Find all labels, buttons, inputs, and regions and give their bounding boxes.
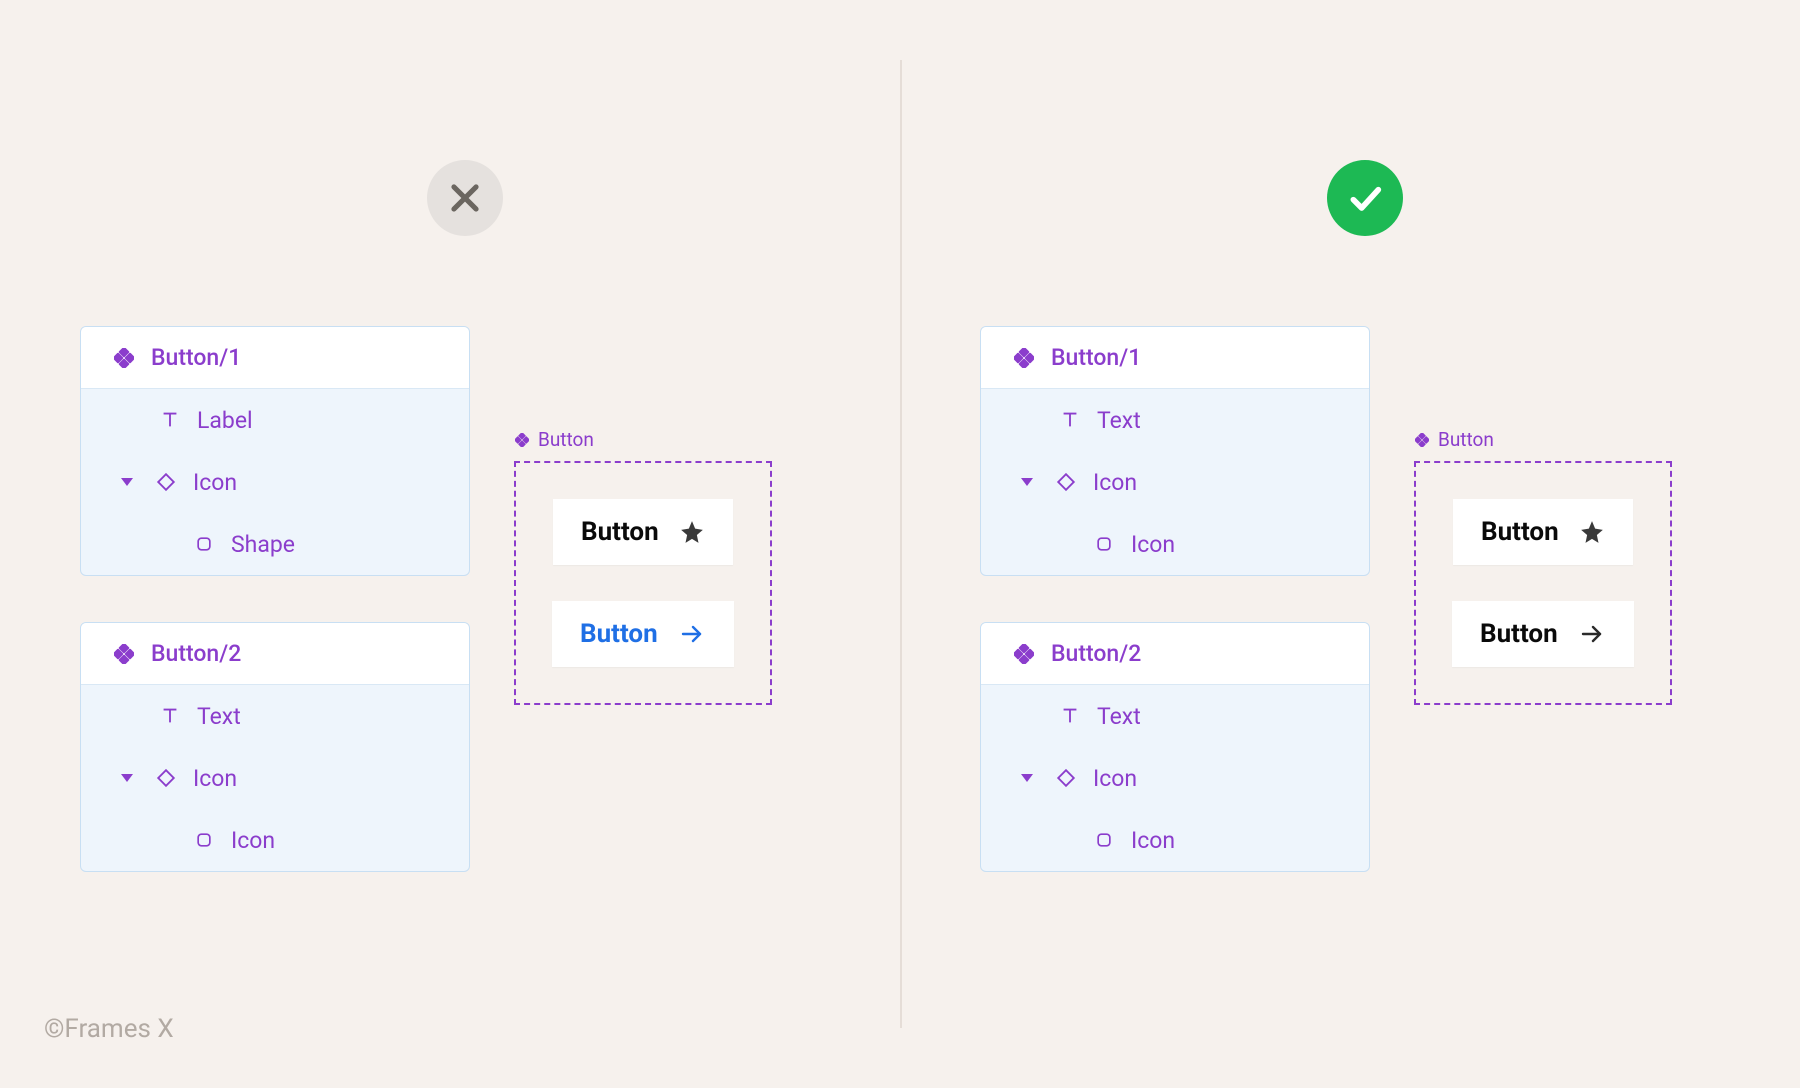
preview-frame: Button Button bbox=[514, 461, 772, 705]
layer-label: Label bbox=[197, 407, 253, 434]
star-icon bbox=[679, 519, 705, 545]
preview-area-correct: Button Button Button bbox=[1414, 428, 1672, 705]
text-icon bbox=[157, 407, 183, 433]
diamond-icon bbox=[1053, 469, 1079, 495]
chevron-down-icon bbox=[1021, 774, 1033, 782]
layer-name: Button/2 bbox=[1051, 640, 1141, 667]
credit-text: ©Frames X bbox=[44, 1014, 174, 1044]
component-icon bbox=[514, 432, 530, 448]
layer-label: Icon bbox=[1131, 531, 1175, 558]
button-text: Button bbox=[580, 619, 658, 649]
preview-frame-label: Button bbox=[1414, 428, 1672, 451]
layer-label: Text bbox=[1097, 407, 1141, 434]
layer-label: Icon bbox=[1093, 469, 1137, 496]
x-icon bbox=[446, 179, 484, 217]
square-icon bbox=[191, 531, 217, 557]
star-icon bbox=[1579, 519, 1605, 545]
correct-example-panel: Button/1 Text Icon bbox=[900, 0, 1800, 1088]
layer-row: Text bbox=[81, 685, 469, 747]
button-preview-star: Button bbox=[1453, 499, 1633, 565]
layer-row: Shape bbox=[81, 513, 469, 575]
layer-label: Shape bbox=[231, 531, 295, 558]
preview-label-text: Button bbox=[1438, 428, 1494, 451]
layer-label: Icon bbox=[1131, 827, 1175, 854]
layer-row: Text bbox=[981, 685, 1369, 747]
arrow-right-icon bbox=[678, 622, 706, 646]
layer-panel-button-2: Button/2 Text Icon bbox=[980, 622, 1370, 872]
layer-label: Icon bbox=[231, 827, 275, 854]
layer-row: Text bbox=[981, 389, 1369, 451]
button-preview-arrow: Button bbox=[1452, 601, 1634, 667]
layer-name: Button/2 bbox=[151, 640, 241, 667]
arrow-right-icon bbox=[1578, 622, 1606, 646]
preview-frame: Button Button bbox=[1414, 461, 1672, 705]
check-icon bbox=[1345, 178, 1385, 218]
component-icon bbox=[1011, 345, 1037, 371]
layer-panel-button-1: Button/1 Text Icon bbox=[980, 326, 1370, 576]
layer-row: Label bbox=[81, 389, 469, 451]
layer-row: Icon bbox=[981, 451, 1369, 513]
layer-panel-button-2: Button/2 Text Icon bbox=[80, 622, 470, 872]
button-preview-star: Button bbox=[553, 499, 733, 565]
layer-row: Icon bbox=[981, 747, 1369, 809]
layer-label: Icon bbox=[1093, 765, 1137, 792]
button-text: Button bbox=[581, 517, 659, 547]
layer-label: Text bbox=[197, 703, 241, 730]
button-text: Button bbox=[1480, 619, 1558, 649]
layer-label: Icon bbox=[193, 469, 237, 496]
button-text: Button bbox=[1481, 517, 1559, 547]
square-icon bbox=[1091, 531, 1117, 557]
layer-row: Icon bbox=[81, 809, 469, 871]
layer-name: Button/1 bbox=[151, 344, 241, 371]
text-icon bbox=[157, 703, 183, 729]
preview-area-wrong: Button Button Button bbox=[514, 428, 772, 705]
component-icon bbox=[1011, 641, 1037, 667]
chevron-down-icon bbox=[121, 478, 133, 486]
chevron-down-icon bbox=[121, 774, 133, 782]
layer-header: Button/1 bbox=[81, 327, 469, 389]
preview-frame-label: Button bbox=[514, 428, 772, 451]
text-icon bbox=[1057, 407, 1083, 433]
square-icon bbox=[191, 827, 217, 853]
check-badge bbox=[1327, 160, 1403, 236]
diamond-icon bbox=[153, 765, 179, 791]
layer-header: Button/1 bbox=[981, 327, 1369, 389]
chevron-down-icon bbox=[1021, 478, 1033, 486]
button-preview-arrow: Button bbox=[552, 601, 734, 667]
component-icon bbox=[1414, 432, 1430, 448]
layer-name: Button/1 bbox=[1051, 344, 1141, 371]
layer-label: Icon bbox=[193, 765, 237, 792]
layer-label: Text bbox=[1097, 703, 1141, 730]
preview-label-text: Button bbox=[538, 428, 594, 451]
layer-panel-button-1: Button/1 Label Icon bbox=[80, 326, 470, 576]
layer-row: Icon bbox=[981, 513, 1369, 575]
square-icon bbox=[1091, 827, 1117, 853]
layer-row: Icon bbox=[81, 451, 469, 513]
component-icon bbox=[111, 345, 137, 371]
component-icon bbox=[111, 641, 137, 667]
layer-row: Icon bbox=[981, 809, 1369, 871]
diamond-icon bbox=[153, 469, 179, 495]
wrong-example-panel: Button/1 Label Icon bbox=[0, 0, 900, 1088]
layer-panels-wrong: Button/1 Label Icon bbox=[80, 326, 470, 872]
text-icon bbox=[1057, 703, 1083, 729]
diamond-icon bbox=[1053, 765, 1079, 791]
layer-panels-correct: Button/1 Text Icon bbox=[980, 326, 1370, 872]
layer-row: Icon bbox=[81, 747, 469, 809]
layer-header: Button/2 bbox=[981, 623, 1369, 685]
x-badge bbox=[427, 160, 503, 236]
comparison-diagram: Button/1 Label Icon bbox=[0, 0, 1800, 1088]
layer-header: Button/2 bbox=[81, 623, 469, 685]
